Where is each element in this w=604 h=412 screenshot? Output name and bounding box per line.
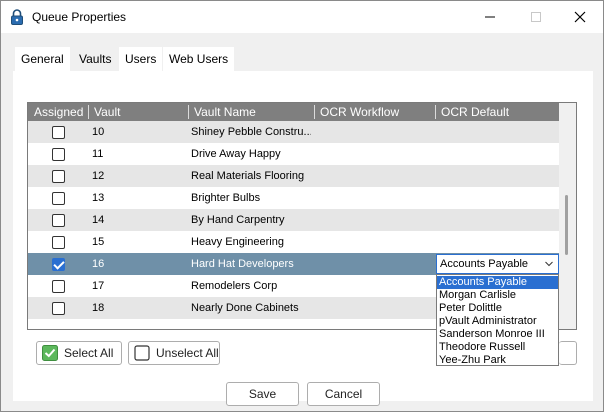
tab-vaults[interactable]: Vaults (73, 47, 118, 71)
tab-strip: General Vaults Users Web Users (13, 47, 593, 71)
queue-properties-window: Queue Properties General Vaults Users We… (0, 0, 604, 412)
processor-option[interactable]: Yee-Zhu Park (437, 354, 558, 367)
window-title: Queue Properties (32, 10, 127, 24)
column-header-ocr-workflow[interactable]: OCR Workflow (314, 103, 399, 121)
chevron-down-icon (545, 261, 553, 267)
scrollbar-thumb[interactable] (565, 195, 568, 255)
vault-cell: 15 (92, 236, 105, 248)
select-all-label: Select All (64, 346, 114, 360)
checkbox-checked-icon (42, 345, 58, 361)
vault-cell: 14 (92, 214, 105, 226)
grid-header: Assigned Vault Vault Name OCR Workflow O… (28, 103, 560, 137)
table-row[interactable]: 10 Shiney Pebble Constru... (28, 121, 560, 143)
column-header-assigned[interactable]: Assigned (28, 103, 83, 121)
processor-options-list: Accounts Payable Morgan Carlisle Peter Dol… (436, 274, 559, 366)
cancel-label: Cancel (324, 387, 363, 401)
processor-option[interactable]: Accounts Payable (437, 276, 558, 289)
vault-cell: 11 (92, 148, 104, 160)
tab-web-users[interactable]: Web Users (163, 47, 235, 71)
maximize-button[interactable] (513, 1, 559, 33)
vault-name-cell: Real Materials Flooring (191, 170, 305, 182)
assigned-checkbox[interactable] (52, 302, 65, 315)
minimize-icon (485, 16, 495, 18)
tab-general[interactable]: General (15, 47, 70, 71)
vault-cell: 18 (92, 302, 105, 314)
vault-cell: 10 (92, 126, 105, 138)
column-header-vault[interactable]: Vault (88, 103, 120, 121)
save-label: Save (248, 387, 277, 401)
ocr-processor-dropdown[interactable]: Accounts Payable (436, 254, 559, 274)
table-row[interactable]: 15 Heavy Engineering (28, 231, 560, 253)
column-header-ocr-default-processor[interactable]: OCR Default Processor (435, 103, 560, 137)
processor-option[interactable]: Theodore Russell (437, 341, 558, 354)
table-row[interactable]: 14 By Hand Carpentry (28, 209, 560, 231)
assigned-checkbox[interactable] (52, 192, 65, 205)
vault-cell: 13 (92, 192, 105, 204)
table-row[interactable]: 12 Real Materials Flooring (28, 165, 560, 187)
unselect-all-label: Unselect All (156, 346, 219, 360)
cancel-button[interactable]: Cancel (307, 382, 380, 406)
vault-name-cell: Drive Away Happy (191, 148, 281, 160)
obscured-button[interactable] (559, 341, 577, 365)
padlock-icon (11, 9, 23, 25)
close-button[interactable] (557, 1, 603, 33)
assigned-checkbox[interactable] (52, 258, 65, 271)
title-bar: Queue Properties (1, 1, 603, 33)
processor-option[interactable]: Sanderson Monroe III (437, 328, 558, 341)
vault-name-cell: Nearly Done Cabinets (191, 302, 299, 314)
vault-name-cell: By Hand Carpentry (191, 214, 285, 226)
vault-cell: 12 (92, 170, 105, 182)
table-row[interactable]: 11 Drive Away Happy (28, 143, 560, 165)
assigned-checkbox[interactable] (52, 280, 65, 293)
dropdown-value: Accounts Payable (440, 258, 529, 270)
vault-name-cell: Hard Hat Developers (191, 258, 294, 270)
assigned-checkbox[interactable] (52, 148, 65, 161)
table-row[interactable]: 13 Brighter Bulbs (28, 187, 560, 209)
vault-cell: 17 (92, 280, 105, 292)
vertical-scrollbar[interactable] (559, 103, 576, 329)
vault-name-cell: Remodelers Corp (191, 280, 278, 292)
vault-name-cell: Heavy Engineering (191, 236, 284, 248)
save-button[interactable]: Save (226, 382, 299, 406)
assigned-checkbox[interactable] (52, 236, 65, 249)
processor-option[interactable]: Morgan Carlisle (437, 289, 558, 302)
unselect-all-button[interactable]: Unselect All (128, 341, 220, 365)
tab-users[interactable]: Users (119, 47, 163, 71)
column-header-vault-name[interactable]: Vault Name (188, 103, 256, 121)
vault-cell: 16 (92, 258, 105, 270)
assigned-checkbox[interactable] (52, 214, 65, 227)
minimize-button[interactable] (467, 1, 513, 33)
processor-option[interactable]: pVault Administrator (437, 315, 558, 328)
select-all-button[interactable]: Select All (36, 341, 122, 365)
vault-name-cell: Brighter Bulbs (191, 192, 261, 204)
close-icon (574, 11, 586, 23)
assigned-checkbox[interactable] (52, 126, 65, 139)
processor-option[interactable]: Peter Dolittle (437, 302, 558, 315)
checkbox-empty-icon (134, 345, 150, 361)
vault-name-cell: Shiney Pebble Constru... (191, 126, 311, 138)
maximize-icon (531, 12, 541, 22)
assigned-checkbox[interactable] (52, 170, 65, 183)
